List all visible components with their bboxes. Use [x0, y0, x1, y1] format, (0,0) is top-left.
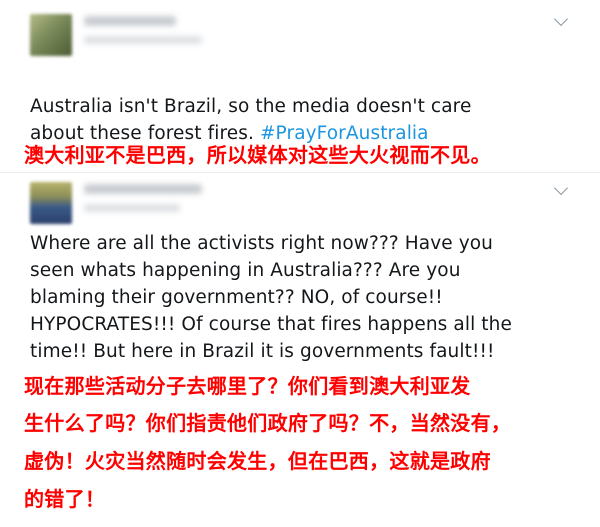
chevron-down-icon[interactable] [553, 180, 569, 196]
tweet-1[interactable]: Australia isn't Brazil, so the media doe… [0, 0, 600, 144]
tweet-text: Australia isn't Brazil, so the media doe… [30, 66, 471, 147]
translation-2-line-4: 的错了！ [24, 487, 106, 511]
avatar[interactable] [30, 14, 72, 56]
handle-blurred[interactable] [84, 204, 180, 212]
translation-2-line-2: 生什么了吗？你们指责他们政府了吗？不，当然没有， [24, 411, 512, 435]
tweet-2[interactable]: Where are all the activists right now???… [0, 172, 600, 372]
handle-blurred[interactable] [84, 36, 202, 44]
chevron-down-icon[interactable] [553, 11, 569, 27]
translation-1: 澳大利亚不是巴西，所以媒体对这些大火视而不见。 [24, 143, 491, 167]
tweet-text: Where are all the activists right now???… [30, 233, 512, 362]
translation-2-line-3: 虚伪！火灾当然随时会发生，但在巴西，这就是政府 [24, 449, 491, 473]
display-name-blurred[interactable] [84, 16, 176, 26]
display-name-blurred[interactable] [84, 184, 202, 194]
translation-2-line-1: 现在那些活动分子去哪里了？你们看到澳大利亚发 [24, 374, 471, 398]
avatar[interactable] [30, 182, 72, 224]
